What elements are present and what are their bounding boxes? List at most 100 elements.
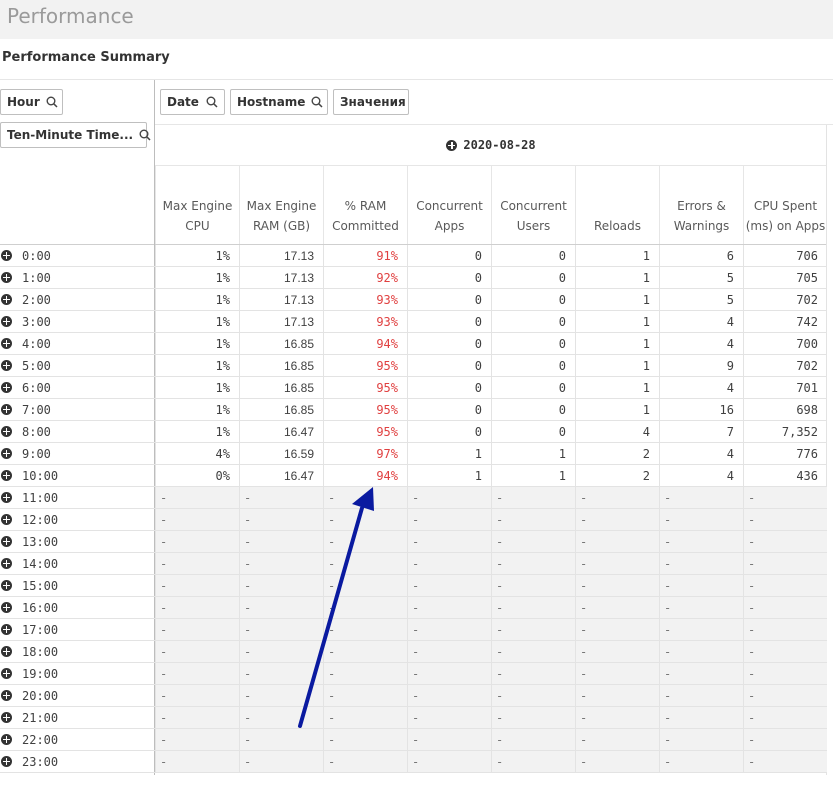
- table-cell[interactable]: -: [659, 509, 743, 530]
- expand-icon[interactable]: [1, 338, 12, 349]
- table-cell[interactable]: 1%: [155, 267, 239, 288]
- table-cell[interactable]: 436: [743, 465, 827, 486]
- table-cell[interactable]: -: [239, 553, 323, 574]
- table-cell[interactable]: -: [659, 487, 743, 508]
- table-cell[interactable]: 776: [743, 443, 827, 464]
- expand-icon[interactable]: [1, 382, 12, 393]
- table-cell[interactable]: 1: [491, 443, 575, 464]
- table-cell[interactable]: -: [491, 663, 575, 684]
- table-cell[interactable]: -: [575, 597, 659, 618]
- table-cell[interactable]: -: [407, 685, 491, 706]
- expand-icon[interactable]: [1, 646, 12, 657]
- table-cell[interactable]: -: [239, 597, 323, 618]
- table-cell[interactable]: 0%: [155, 465, 239, 486]
- table-cell[interactable]: -: [743, 685, 827, 706]
- table-cell[interactable]: 706: [743, 245, 827, 266]
- expand-icon[interactable]: [1, 294, 12, 305]
- table-cell[interactable]: 1%: [155, 399, 239, 420]
- row-header[interactable]: 13:00: [0, 531, 154, 552]
- table-cell[interactable]: -: [491, 575, 575, 596]
- expand-icon[interactable]: [1, 668, 12, 679]
- table-cell[interactable]: -: [407, 597, 491, 618]
- expand-icon[interactable]: [1, 272, 12, 283]
- values-dimension-button[interactable]: Значения: [333, 89, 409, 115]
- table-cell[interactable]: -: [323, 553, 407, 574]
- table-cell[interactable]: 93%: [323, 311, 407, 332]
- table-cell[interactable]: -: [491, 487, 575, 508]
- table-cell[interactable]: -: [239, 619, 323, 640]
- table-cell[interactable]: 95%: [323, 399, 407, 420]
- expand-icon[interactable]: [1, 712, 12, 723]
- table-cell[interactable]: 1: [407, 465, 491, 486]
- table-cell[interactable]: -: [239, 707, 323, 728]
- table-cell[interactable]: 16.85: [239, 333, 323, 354]
- table-cell[interactable]: 1%: [155, 421, 239, 442]
- column-header[interactable]: Concurrent Users: [491, 166, 575, 244]
- row-header[interactable]: 16:00: [0, 597, 154, 618]
- table-cell[interactable]: 0: [407, 245, 491, 266]
- table-cell[interactable]: -: [575, 729, 659, 750]
- table-cell[interactable]: -: [659, 685, 743, 706]
- table-cell[interactable]: 0: [491, 399, 575, 420]
- table-cell[interactable]: -: [155, 707, 239, 728]
- table-cell[interactable]: 1: [575, 355, 659, 376]
- row-header[interactable]: 6:00: [0, 377, 154, 398]
- table-cell[interactable]: -: [407, 531, 491, 552]
- table-cell[interactable]: 17.13: [239, 311, 323, 332]
- table-cell[interactable]: -: [239, 663, 323, 684]
- table-cell[interactable]: 17.13: [239, 289, 323, 310]
- table-cell[interactable]: -: [155, 685, 239, 706]
- table-cell[interactable]: 4: [659, 333, 743, 354]
- table-cell[interactable]: -: [407, 663, 491, 684]
- table-cell[interactable]: -: [575, 641, 659, 662]
- table-cell[interactable]: -: [155, 553, 239, 574]
- table-cell[interactable]: 1: [575, 377, 659, 398]
- table-cell[interactable]: -: [575, 553, 659, 574]
- row-header[interactable]: 11:00: [0, 487, 154, 508]
- table-cell[interactable]: -: [407, 619, 491, 640]
- row-header[interactable]: 20:00: [0, 685, 154, 706]
- table-cell[interactable]: 4: [659, 311, 743, 332]
- search-icon[interactable]: [206, 96, 218, 108]
- row-header[interactable]: 0:00: [0, 245, 154, 266]
- row-header[interactable]: 18:00: [0, 641, 154, 662]
- table-cell[interactable]: 1: [491, 465, 575, 486]
- search-icon[interactable]: [46, 96, 58, 108]
- table-cell[interactable]: -: [743, 729, 827, 750]
- table-cell[interactable]: -: [659, 729, 743, 750]
- table-cell[interactable]: -: [575, 707, 659, 728]
- column-header[interactable]: Reloads: [575, 166, 659, 244]
- table-cell[interactable]: 0: [407, 267, 491, 288]
- table-cell[interactable]: -: [407, 707, 491, 728]
- table-cell[interactable]: -: [239, 751, 323, 772]
- table-cell[interactable]: 0: [491, 311, 575, 332]
- table-cell[interactable]: -: [155, 641, 239, 662]
- table-cell[interactable]: -: [239, 729, 323, 750]
- expand-icon[interactable]: [1, 602, 12, 613]
- table-cell[interactable]: -: [743, 597, 827, 618]
- table-cell[interactable]: 1: [575, 245, 659, 266]
- table-cell[interactable]: 0: [407, 289, 491, 310]
- row-header[interactable]: 5:00: [0, 355, 154, 376]
- table-cell[interactable]: -: [575, 751, 659, 772]
- table-cell[interactable]: -: [659, 663, 743, 684]
- table-cell[interactable]: -: [323, 597, 407, 618]
- table-cell[interactable]: 0: [491, 245, 575, 266]
- table-cell[interactable]: 702: [743, 289, 827, 310]
- table-cell[interactable]: 1: [575, 289, 659, 310]
- table-cell[interactable]: -: [155, 729, 239, 750]
- table-cell[interactable]: -: [491, 531, 575, 552]
- table-cell[interactable]: 702: [743, 355, 827, 376]
- row-header[interactable]: 8:00: [0, 421, 154, 442]
- table-cell[interactable]: -: [155, 509, 239, 530]
- table-cell[interactable]: -: [491, 509, 575, 530]
- table-cell[interactable]: -: [743, 553, 827, 574]
- table-cell[interactable]: -: [743, 663, 827, 684]
- column-header[interactable]: Max Engine CPU: [155, 166, 239, 244]
- expand-icon[interactable]: [1, 426, 12, 437]
- table-cell[interactable]: 91%: [323, 245, 407, 266]
- table-cell[interactable]: 95%: [323, 421, 407, 442]
- table-cell[interactable]: -: [239, 685, 323, 706]
- table-cell[interactable]: -: [743, 531, 827, 552]
- table-cell[interactable]: -: [743, 707, 827, 728]
